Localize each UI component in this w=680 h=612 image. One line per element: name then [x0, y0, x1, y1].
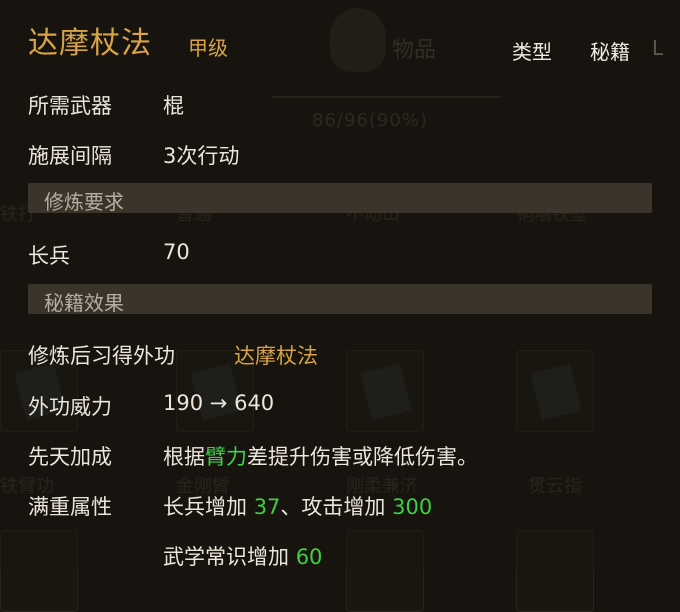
requirement-value: 70	[163, 240, 190, 264]
power-to: 640	[234, 391, 275, 415]
bonus3-value: 60	[295, 545, 323, 569]
item-title: 达摩杖法	[28, 26, 152, 61]
bonus2-value: 300	[392, 495, 433, 519]
learn-value: 达摩杖法	[234, 344, 318, 368]
learn-label: 修炼后习得外功	[28, 344, 175, 368]
full-label: 满重属性	[28, 495, 112, 519]
full-bonuses-line2: 武学常识增加 60	[163, 541, 322, 571]
interval-label: 施展间隔	[28, 144, 112, 168]
requirements-section-title: 修炼要求	[44, 190, 124, 214]
effects-section-title: 秘籍效果	[44, 291, 124, 315]
weapon-label: 所需武器	[28, 94, 112, 118]
requirement-label: 长兵	[28, 244, 70, 268]
power-from: 190	[163, 391, 204, 415]
full-bonuses: 长兵增加 37、攻击增加 300	[163, 491, 432, 521]
bonus3-text: 武学常识增加	[163, 545, 289, 569]
bonus-separator: 、	[280, 495, 302, 519]
innate-suffix: 差提升伤害或降低伤害。	[247, 445, 478, 469]
interval-value: 3次行动	[163, 144, 240, 168]
arrow-icon: →	[209, 391, 228, 415]
weapon-value: 棍	[163, 94, 184, 118]
bonus1-text: 长兵增加	[163, 495, 247, 519]
type-label: 类型	[512, 40, 552, 64]
innate-stat: 臂力	[205, 445, 247, 469]
power-value: 190 → 640	[163, 391, 274, 415]
type-value: 秘籍	[590, 40, 630, 64]
innate-prefix: 根据	[163, 445, 205, 469]
tab-hint: L	[652, 36, 664, 60]
bonus2-text: 攻击增加	[301, 495, 386, 519]
innate-label: 先天加成	[28, 445, 112, 469]
item-grade: 甲级	[188, 36, 228, 60]
bonus1-value: 37	[253, 495, 281, 519]
power-label: 外功威力	[28, 395, 112, 419]
innate-description: 根据臂力差提升伤害或降低伤害。	[163, 441, 478, 471]
